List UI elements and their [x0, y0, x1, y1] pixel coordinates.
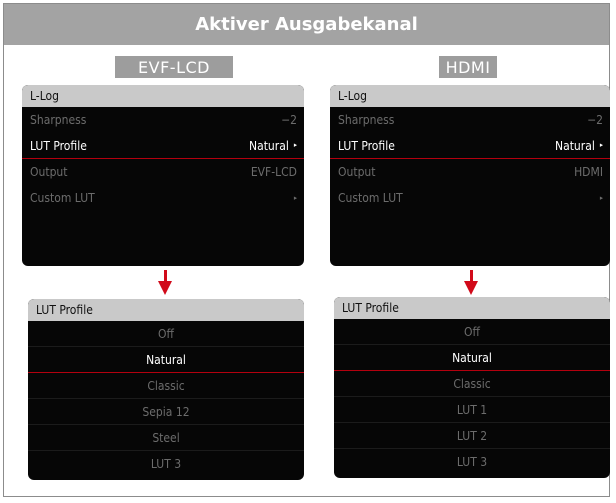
lut-list-screen-hdmi: LUT Profile Off Natural Classic LUT 1 LU…: [334, 297, 610, 478]
chevron-right-icon: ▸: [293, 193, 297, 202]
menu-row-label: Sharpness: [30, 113, 87, 127]
chevron-right-icon: ▸: [599, 193, 603, 202]
menu-row-lut-profile[interactable]: LUT Profile Natural ▸: [22, 133, 304, 159]
lut-option-natural[interactable]: Natural: [28, 347, 304, 373]
menu-row-label: Sharpness: [338, 113, 395, 127]
lut-list-screen-evf-lcd: LUT Profile Off Natural Classic Sepia 12…: [28, 299, 304, 480]
column-label-hdmi: HDMI: [439, 56, 497, 78]
menu-row-sharpness[interactable]: Sharpness −2: [330, 107, 610, 133]
menu-row-output[interactable]: Output HDMI: [330, 159, 610, 185]
menu-row-label: LUT Profile: [30, 138, 87, 153]
lut-list-header: LUT Profile: [28, 299, 304, 321]
menu-row-value: EVF-LCD: [250, 165, 297, 179]
menu-row-value: HDMI: [574, 165, 603, 179]
lut-option-off[interactable]: Off: [334, 319, 610, 345]
menu-row-label: Custom LUT: [338, 191, 403, 205]
lut-option-steel[interactable]: Steel: [28, 425, 304, 451]
menu-row-output[interactable]: Output EVF-LCD: [22, 159, 304, 185]
lut-option-lut-2[interactable]: LUT 2: [334, 423, 610, 449]
menu-header: L-Log: [22, 85, 304, 107]
lut-option-sepia-12[interactable]: Sepia 12: [28, 399, 304, 425]
lut-option-lut-1[interactable]: LUT 1: [334, 397, 610, 423]
menu-row-label: Output: [338, 165, 376, 179]
menu-row-label: Custom LUT: [30, 191, 95, 205]
menu-row-label: Output: [30, 165, 68, 179]
menu-row-label: LUT Profile: [338, 138, 395, 153]
menu-row-value: −2: [587, 113, 603, 127]
menu-row-value: −2: [281, 113, 297, 127]
menu-row-value: Natural: [555, 138, 595, 153]
menu-row-lut-profile[interactable]: LUT Profile Natural ▸: [330, 133, 610, 159]
lut-option-classic[interactable]: Classic: [334, 371, 610, 397]
chevron-right-icon: ▸: [599, 141, 603, 149]
column-label-evf-lcd: EVF-LCD: [115, 56, 233, 78]
lut-list-header: LUT Profile: [334, 297, 610, 319]
lut-option-natural[interactable]: Natural: [334, 345, 610, 371]
menu-header: L-Log: [330, 85, 610, 107]
menu-row-value: Natural: [249, 138, 289, 153]
lut-option-lut-3[interactable]: LUT 3: [28, 451, 304, 477]
menu-screen-hdmi: L-Log Sharpness −2 LUT Profile Natural ▸ …: [330, 85, 610, 266]
lut-option-off[interactable]: Off: [28, 321, 304, 347]
figure-title: Aktiver Ausgabekanal: [4, 4, 609, 45]
menu-row-custom-lut[interactable]: Custom LUT ▸: [330, 185, 610, 211]
lut-option-classic[interactable]: Classic: [28, 373, 304, 399]
menu-row-custom-lut[interactable]: Custom LUT ▸: [22, 185, 304, 211]
menu-row-sharpness[interactable]: Sharpness −2: [22, 107, 304, 133]
lut-option-lut-3[interactable]: LUT 3: [334, 449, 610, 475]
chevron-right-icon: ▸: [293, 141, 297, 149]
menu-screen-evf-lcd: L-Log Sharpness −2 LUT Profile Natural ▸ …: [22, 85, 304, 266]
